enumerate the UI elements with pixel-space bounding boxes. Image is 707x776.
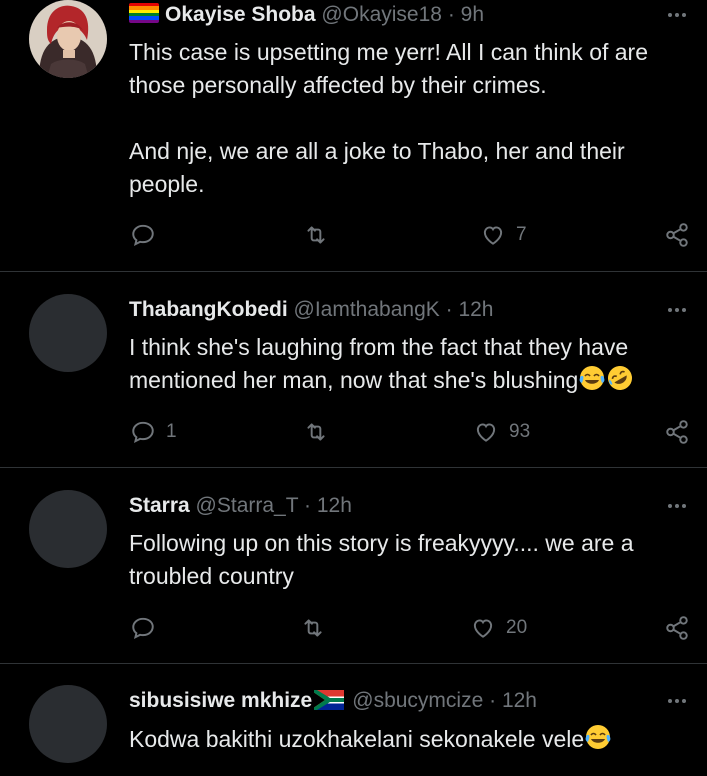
share-button[interactable] (664, 415, 690, 449)
share-button[interactable] (664, 218, 690, 252)
divider (0, 663, 707, 664)
action-bar: 20 (0, 611, 707, 645)
timestamp[interactable]: 9h (461, 3, 484, 26)
reply-icon (132, 421, 154, 444)
retweet-button[interactable] (303, 218, 339, 252)
tweet-header: Okayise Shoba @Okayise18 · 9h (129, 0, 484, 30)
separator: · (489, 689, 497, 712)
reply-button[interactable]: 1 (130, 415, 177, 449)
separator: · (304, 494, 312, 517)
retweet-icon (307, 423, 325, 441)
tweet-header: ThabangKobedi @IamthabangK · 12h (129, 295, 494, 325)
display-name[interactable]: Starra (129, 494, 190, 517)
retweet-icon (304, 619, 322, 637)
retweet-icon (307, 226, 325, 244)
user-handle[interactable]: @Starra_T (196, 494, 299, 517)
tweet[interactable]: Okayise Shoba @Okayise18 · 9h This case … (0, 0, 707, 270)
rainbow-flag-icon (129, 3, 159, 23)
timestamp[interactable]: 12h (502, 689, 537, 712)
rolling-on-floor-laughing-icon (606, 364, 634, 392)
avatar[interactable] (29, 294, 107, 372)
tweet-text-body: I think she's laughing from the fact tha… (129, 334, 629, 393)
tweet[interactable]: ThabangKobedi @IamthabangK · 12h I think… (0, 294, 707, 464)
more-options-icon[interactable] (665, 689, 689, 713)
tweet-text: This case is upsetting me yerr! All I ca… (129, 39, 649, 197)
tweet[interactable]: sibusisiwe mkhize @sbucymcize · 12h Kodwa… (0, 685, 707, 776)
reply-icon (132, 224, 154, 247)
display-name[interactable]: Okayise Shoba (165, 3, 316, 26)
more-options-icon[interactable] (665, 298, 689, 322)
timestamp[interactable]: 12h (458, 298, 493, 321)
tweet[interactable]: Starra @Starra_T · 12h Following up on t… (0, 490, 707, 660)
avatar[interactable] (29, 685, 107, 763)
retweet-button[interactable] (300, 611, 336, 645)
separator: · (447, 3, 455, 26)
like-button[interactable]: 20 (470, 611, 527, 645)
heart-icon (476, 423, 496, 442)
share-icon (666, 616, 688, 640)
like-button[interactable]: 93 (473, 415, 530, 449)
more-options-icon[interactable] (665, 494, 689, 518)
user-handle[interactable]: @sbucymcize (352, 689, 483, 712)
tweet-header: sibusisiwe mkhize @sbucymcize · 12h (129, 686, 537, 716)
action-bar: 1 93 (0, 415, 707, 449)
avatar[interactable] (29, 0, 107, 78)
display-name[interactable]: ThabangKobedi (129, 298, 288, 321)
south-africa-flag-icon (314, 689, 345, 710)
share-icon (666, 420, 688, 444)
like-count: 7 (516, 224, 527, 245)
display-name[interactable]: sibusisiwe mkhize (129, 689, 312, 712)
avatar[interactable] (29, 490, 107, 568)
reply-feed: Okayise Shoba @Okayise18 · 9h This case … (0, 0, 707, 776)
face-with-tears-of-joy-icon (578, 364, 606, 392)
tweet-text: I think she's laughing from the fact tha… (129, 331, 689, 397)
tweet-text-body: Kodwa bakithi uzokhakelani sekonakele ve… (129, 726, 585, 752)
share-icon (666, 223, 688, 247)
separator: · (445, 298, 453, 321)
action-bar: 7 (0, 218, 707, 252)
retweet-button[interactable] (303, 415, 339, 449)
tweet-header: Starra @Starra_T · 12h (129, 491, 352, 521)
timestamp[interactable]: 12h (317, 494, 352, 517)
like-count: 20 (506, 617, 528, 638)
tweet-text: Following up on this story is freakyyyy.… (129, 530, 634, 589)
more-options-icon[interactable] (665, 3, 689, 27)
tweet-text: Kodwa bakithi uzokhakelani sekonakele ve… (129, 723, 689, 756)
reply-button[interactable] (130, 611, 166, 645)
reply-button[interactable] (130, 218, 166, 252)
reply-icon (132, 617, 154, 640)
divider (0, 271, 707, 272)
user-handle[interactable]: @Okayise18 (321, 3, 442, 26)
divider (0, 467, 707, 468)
face-with-tears-of-joy-icon (584, 723, 612, 751)
user-handle[interactable]: @IamthabangK (294, 298, 440, 321)
like-button[interactable]: 7 (480, 218, 527, 252)
reply-count: 1 (166, 421, 177, 442)
heart-icon (473, 619, 493, 638)
heart-icon (483, 226, 503, 245)
share-button[interactable] (664, 611, 690, 645)
like-count: 93 (509, 421, 531, 442)
